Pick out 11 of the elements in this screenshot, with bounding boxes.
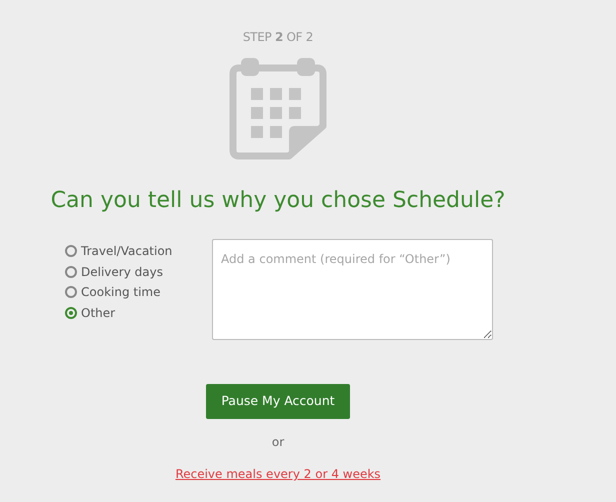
step-indicator: STEP 2 OF 2	[242, 29, 314, 46]
reason-radio[interactable]: Cooking time	[65, 284, 212, 300]
or-separator: or	[272, 434, 284, 451]
comment-field[interactable]: Add a comment (required for “Other”)	[212, 239, 493, 340]
reason-radio[interactable]: Other	[65, 304, 212, 321]
reason-radio[interactable]: Delivery days	[65, 264, 212, 280]
calendar-icon	[229, 56, 327, 160]
pause-account-button[interactable]: Pause My Account	[206, 384, 350, 419]
alt-frequency-link[interactable]: Receive meals every 2 or 4 weeks	[175, 465, 381, 483]
question-heading: Can you tell us why you chose Schedule?	[50, 187, 506, 215]
reason-radio[interactable]: Travel/Vacation	[65, 243, 212, 260]
